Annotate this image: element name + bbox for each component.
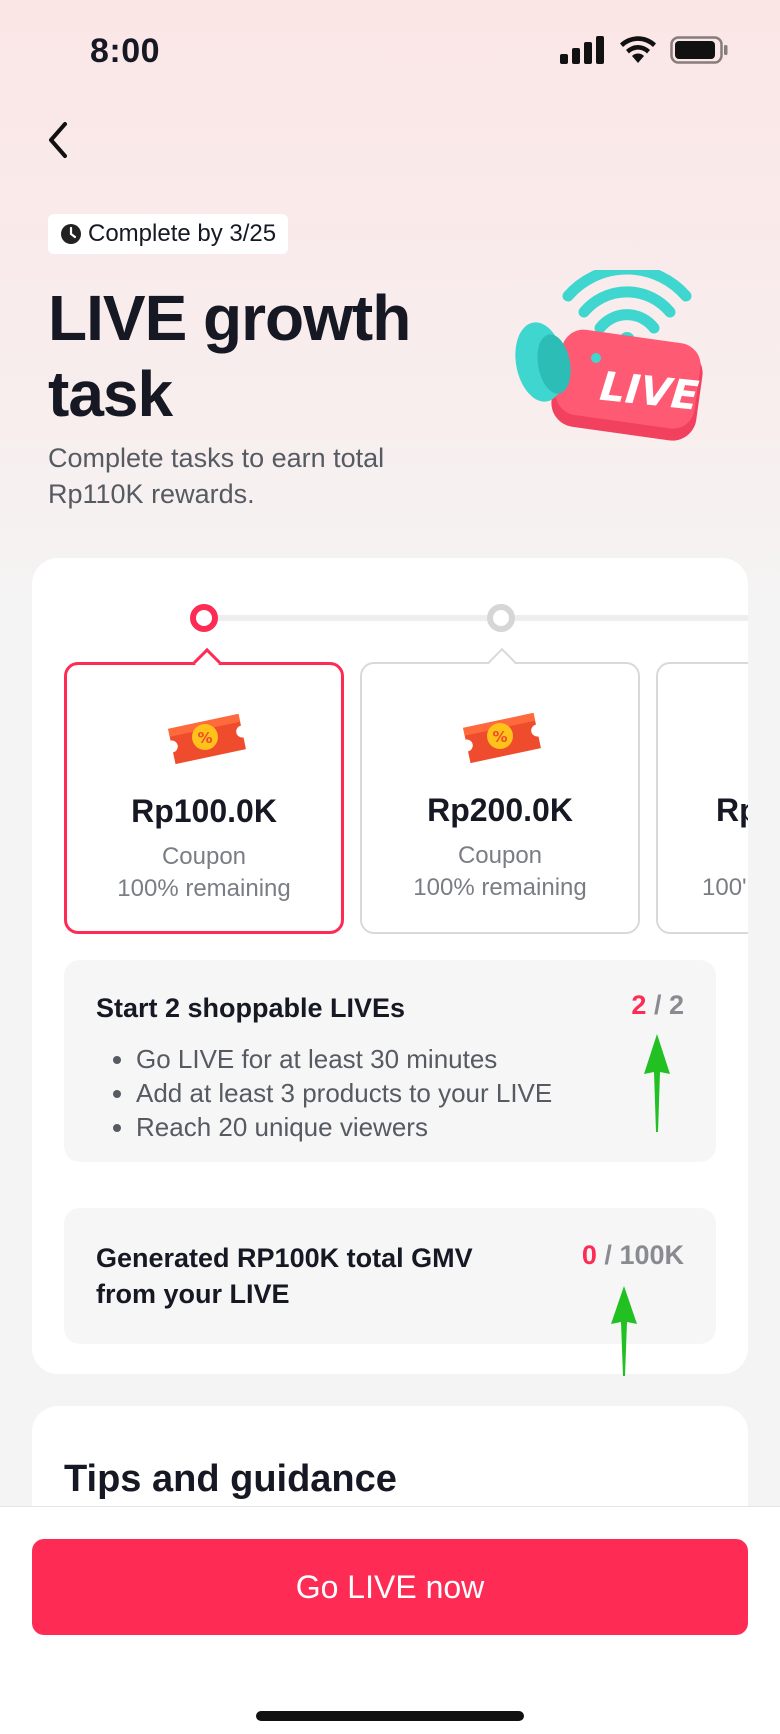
back-button[interactable] bbox=[30, 112, 86, 168]
annotation-arrow bbox=[644, 1034, 670, 1132]
coupon-icon: % bbox=[463, 712, 541, 764]
task-progress-done: 0 bbox=[581, 1240, 597, 1270]
task-card: % Rp100.0K Coupon 100% remaining % Rp200… bbox=[32, 558, 748, 1374]
chevron-left-icon bbox=[49, 122, 67, 158]
go-live-button[interactable]: Go LIVE now bbox=[32, 1539, 748, 1635]
coupon-icon: % bbox=[168, 713, 246, 765]
status-icons bbox=[560, 36, 728, 64]
page-subtitle: Complete tasks to earn total Rp110K rewa… bbox=[48, 443, 385, 509]
reward-type: Coupon bbox=[161, 843, 247, 870]
milestone-dot-1 bbox=[190, 604, 218, 632]
deadline-text: Complete by 3/25 bbox=[88, 220, 277, 247]
bottom-bar: Go LIVE now bbox=[0, 1506, 780, 1734]
task-progress-separator: / bbox=[653, 990, 662, 1020]
reward-amount: Rp100.0K bbox=[131, 793, 277, 829]
task-progress-total: 100K bbox=[619, 1240, 684, 1270]
task-criterion: Add at least 3 products to your LIVE bbox=[136, 1076, 552, 1110]
task-progress-separator: / bbox=[604, 1240, 612, 1270]
page-title: LIVE growth task bbox=[48, 282, 411, 430]
task-title: Start 2 shoppable LIVEs bbox=[96, 993, 406, 1023]
svg-text:%: % bbox=[197, 729, 212, 747]
task-criterion: Reach 20 unique viewers bbox=[136, 1110, 552, 1144]
task-requirement: Start 2 shoppable LIVEs 2 / 2 Go LIVE fo… bbox=[64, 960, 716, 1162]
reward-pointer bbox=[487, 647, 517, 677]
reward-card[interactable]: % Rp200.0K Coupon 100% remaining bbox=[360, 647, 640, 934]
reward-remaining: 100% remaining bbox=[117, 875, 291, 902]
svg-text:%: % bbox=[492, 728, 507, 746]
reward-remaining: 100' bbox=[702, 874, 747, 901]
reward-amount: Rp bbox=[716, 792, 748, 828]
task-progress: 2 / 2 bbox=[631, 990, 684, 1021]
task-criteria-list: Go LIVE for at least 30 minutes Add at l… bbox=[136, 1042, 552, 1144]
battery-icon bbox=[670, 36, 728, 64]
progress-track bbox=[202, 615, 748, 621]
task-progress: 0 / 100K bbox=[582, 1240, 684, 1271]
task-progress-done: 2 bbox=[631, 990, 647, 1020]
live-camera-illustration: LIVE bbox=[515, 270, 703, 441]
signal-icon bbox=[560, 36, 604, 64]
task-criterion: Go LIVE for at least 30 minutes bbox=[136, 1042, 552, 1076]
status-time: 8:00 bbox=[90, 32, 161, 70]
tips-title: Tips and guidance bbox=[64, 1458, 397, 1500]
milestone-dot-2 bbox=[487, 604, 515, 632]
reward-card[interactable]: % Rp100.0K Coupon 100% remaining bbox=[64, 647, 344, 934]
reward-pointer bbox=[192, 647, 222, 677]
reward-remaining: 100% remaining bbox=[413, 874, 587, 901]
clock-icon bbox=[61, 224, 81, 244]
reward-type: Coupon bbox=[457, 842, 543, 869]
wifi-icon bbox=[620, 36, 656, 63]
reward-amount: Rp200.0K bbox=[427, 792, 573, 828]
reward-card[interactable]: Rp 100' bbox=[656, 662, 748, 934]
deadline-badge: Complete by 3/25 bbox=[48, 214, 289, 254]
task-title: Generated RP100K total GMV from your LIV… bbox=[96, 1243, 473, 1309]
app-screen: 8:00 Complete by 3/25 LIVE growth task C… bbox=[0, 0, 780, 1734]
annotation-arrow bbox=[611, 1286, 637, 1376]
home-indicator[interactable] bbox=[256, 1711, 524, 1721]
task-progress-total: 2 bbox=[668, 990, 684, 1020]
